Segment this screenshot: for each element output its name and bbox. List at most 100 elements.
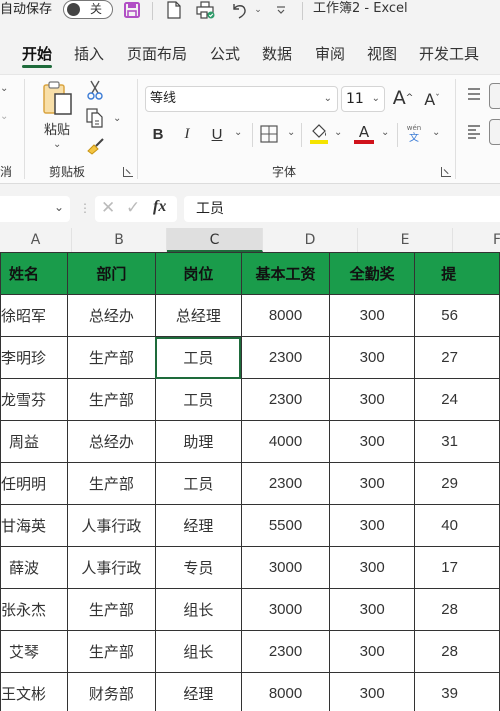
cell-name[interactable]: 徐昭军 — [0, 294, 68, 337]
header-cell-col-f[interactable]: 提 — [414, 252, 500, 295]
cell-department[interactable]: 总经办 — [66, 294, 156, 337]
formula-bar-grip-icon[interactable]: ⋮ — [79, 200, 91, 216]
cell-base-salary[interactable]: 4000 — [240, 420, 331, 463]
font-name-select[interactable]: 等线 ⌄ — [145, 86, 338, 112]
cell-position[interactable]: 工员 — [154, 378, 242, 421]
cell-department[interactable]: 人事行政 — [66, 546, 156, 589]
cell-department[interactable]: 人事行政 — [66, 504, 156, 547]
tab-view[interactable]: 视图 — [367, 44, 397, 68]
cell-name[interactable]: 任明明 — [0, 462, 68, 505]
copy-icon[interactable] — [85, 107, 105, 129]
cell-base-salary[interactable]: 8000 — [240, 672, 331, 711]
new-file-icon[interactable] — [163, 0, 185, 20]
borders-icon[interactable] — [258, 123, 280, 145]
header-cell-attendance-bonus[interactable]: 全勤奖 — [329, 252, 416, 295]
cell-attendance-bonus[interactable]: 300 — [329, 378, 416, 421]
column-header-d[interactable]: D — [263, 228, 358, 252]
header-cell-name[interactable]: 姓名 — [0, 252, 68, 295]
cell-department[interactable]: 生产部 — [66, 588, 156, 631]
paste-button[interactable] — [38, 79, 78, 119]
autosave-toggle[interactable]: 关 — [63, 0, 113, 19]
cell-department[interactable]: 总经办 — [66, 420, 156, 463]
cell-attendance-bonus[interactable]: 300 — [329, 630, 416, 673]
italic-button[interactable]: I — [177, 123, 197, 145]
column-header-e[interactable]: E — [358, 228, 453, 252]
chevron-down-icon[interactable]: ⌄ — [0, 111, 8, 122]
phonetic-dropdown-icon[interactable]: ⌄ — [432, 127, 440, 138]
grow-font-button[interactable]: A ^ — [391, 85, 415, 111]
cell-name[interactable]: 龙雪芬 — [0, 378, 68, 421]
cell-name[interactable]: 薛波 — [0, 546, 68, 589]
cell-name[interactable]: 王文彬 — [0, 672, 68, 711]
fill-color-button[interactable] — [308, 121, 330, 147]
phonetic-guide-button[interactable]: wén 文 — [403, 121, 425, 147]
copy-dropdown-icon[interactable]: ⌄ — [113, 113, 121, 124]
cell-col-f[interactable]: 27 — [414, 336, 500, 379]
cell-attendance-bonus[interactable]: 300 — [329, 546, 416, 589]
wrap-text-button[interactable] — [489, 83, 500, 109]
selected-cell[interactable]: 工员 — [154, 336, 242, 379]
clipboard-launcher-icon[interactable] — [123, 167, 133, 177]
paste-label[interactable]: 粘贴 — [38, 119, 76, 138]
cell-position[interactable]: 工员 — [154, 462, 242, 505]
tab-developer[interactable]: 开发工具 — [419, 44, 479, 68]
column-header-b[interactable]: B — [72, 228, 167, 252]
cell-attendance-bonus[interactable]: 300 — [329, 420, 416, 463]
cell-position[interactable]: 经理 — [154, 672, 242, 711]
cell-name[interactable]: 李明珍 — [0, 336, 68, 379]
cell-name[interactable]: 张永杰 — [0, 588, 68, 631]
font-color-button[interactable]: A — [353, 121, 375, 147]
cell-position[interactable]: 经理 — [154, 504, 242, 547]
header-cell-base-salary[interactable]: 基本工资 — [240, 252, 331, 295]
format-painter-icon[interactable] — [85, 135, 107, 157]
cell-col-f[interactable]: 29 — [414, 462, 500, 505]
underline-dropdown-icon[interactable]: ⌄ — [234, 127, 242, 138]
cut-icon[interactable] — [85, 79, 105, 101]
column-header-f[interactable]: F — [453, 228, 500, 252]
cell-attendance-bonus[interactable]: 300 — [329, 588, 416, 631]
cell-base-salary[interactable]: 2300 — [240, 462, 331, 505]
formula-input[interactable]: 工员 — [184, 196, 500, 222]
merge-button[interactable] — [489, 119, 500, 145]
cell-base-salary[interactable]: 5500 — [240, 504, 331, 547]
cell-position[interactable]: 组长 — [154, 630, 242, 673]
name-box[interactable]: ⌄ — [0, 196, 70, 222]
cell-attendance-bonus[interactable]: 300 — [329, 672, 416, 711]
customize-qat-icon[interactable] — [272, 0, 290, 20]
insert-function-icon[interactable]: fx — [153, 198, 166, 216]
cell-name[interactable]: 周益 — [0, 420, 68, 463]
align-left-icon[interactable] — [466, 123, 482, 141]
cell-attendance-bonus[interactable]: 300 — [329, 504, 416, 547]
cell-department[interactable]: 生产部 — [66, 378, 156, 421]
cell-position[interactable]: 助理 — [154, 420, 242, 463]
cell-attendance-bonus[interactable]: 300 — [329, 294, 416, 337]
borders-dropdown-icon[interactable]: ⌄ — [287, 127, 295, 138]
cell-col-f[interactable]: 31 — [414, 420, 500, 463]
font-launcher-icon[interactable] — [441, 167, 451, 177]
tab-data[interactable]: 数据 — [262, 44, 292, 68]
tab-insert[interactable]: 插入 — [74, 44, 104, 68]
cell-department[interactable]: 财务部 — [66, 672, 156, 711]
cell-col-f[interactable]: 56 — [414, 294, 500, 337]
tab-home[interactable]: 开始 — [22, 44, 53, 68]
cell-department[interactable]: 生产部 — [66, 462, 156, 505]
cell-position[interactable]: 专员 — [154, 546, 242, 589]
font-size-select[interactable]: 11 ⌄ — [341, 86, 385, 112]
cell-position[interactable]: 总经理 — [154, 294, 242, 337]
cell-attendance-bonus[interactable]: 300 — [329, 336, 416, 379]
tab-page-layout[interactable]: 页面布局 — [127, 44, 187, 68]
cell-base-salary[interactable]: 8000 — [240, 294, 331, 337]
cell-col-f[interactable]: 39 — [414, 672, 500, 711]
font-color-dropdown-icon[interactable]: ⌄ — [381, 127, 389, 138]
undo-dropdown-icon[interactable]: ⌄ — [252, 0, 264, 20]
fill-color-dropdown-icon[interactable]: ⌄ — [334, 127, 342, 138]
undo-icon[interactable] — [228, 0, 250, 20]
cell-base-salary[interactable]: 2300 — [240, 378, 331, 421]
cell-col-f[interactable]: 40 — [414, 504, 500, 547]
header-cell-position[interactable]: 岗位 — [154, 252, 242, 295]
cell-col-f[interactable]: 28 — [414, 630, 500, 673]
cell-base-salary[interactable]: 2300 — [240, 630, 331, 673]
cell-name[interactable]: 甘海英 — [0, 504, 68, 547]
column-header-a[interactable]: A — [0, 228, 72, 252]
cell-name[interactable]: 艾琴 — [0, 630, 68, 673]
